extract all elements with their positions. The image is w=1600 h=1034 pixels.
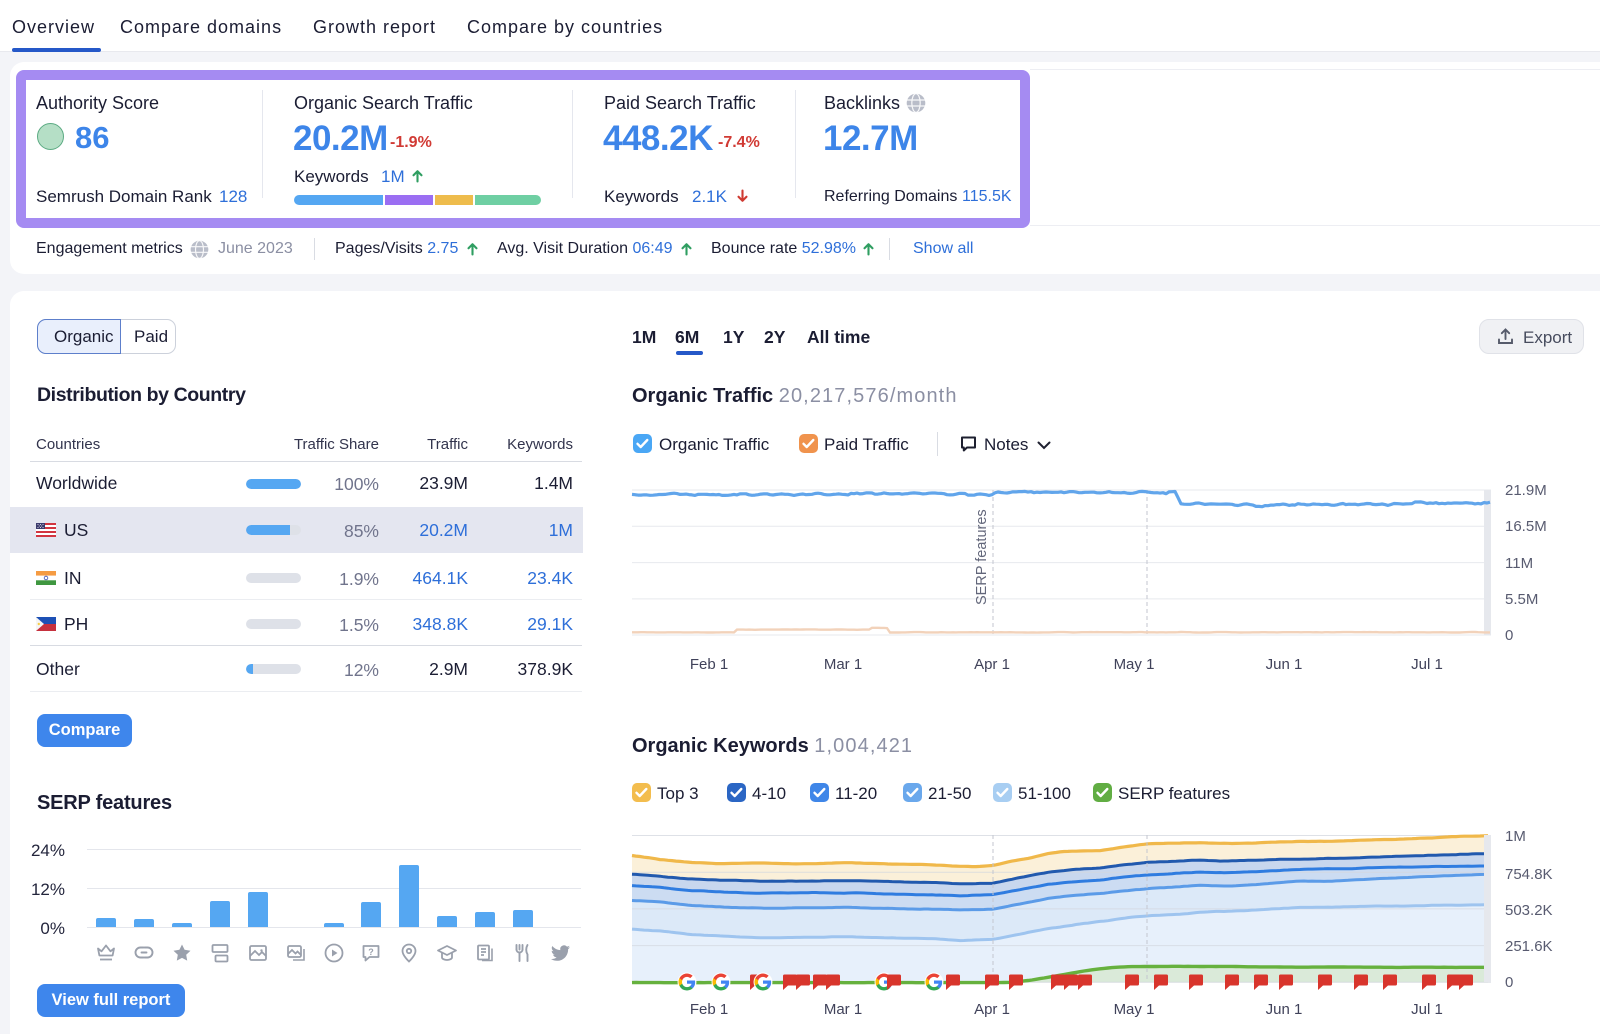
svg-text:Mar 1: Mar 1: [824, 1001, 862, 1018]
svg-text:503.2K: 503.2K: [1505, 902, 1553, 919]
svg-text:1M: 1M: [1505, 828, 1526, 845]
svg-text:Feb 1: Feb 1: [690, 1001, 728, 1018]
svg-text:Apr 1: Apr 1: [974, 1001, 1010, 1018]
svg-text:Jun 1: Jun 1: [1266, 1001, 1303, 1018]
svg-text:Jul 1: Jul 1: [1411, 1001, 1443, 1018]
svg-text:0: 0: [1505, 974, 1513, 991]
svg-text:754.8K: 754.8K: [1505, 866, 1553, 883]
svg-text:May 1: May 1: [1114, 1001, 1155, 1018]
svg-text:251.6K: 251.6K: [1505, 938, 1553, 955]
